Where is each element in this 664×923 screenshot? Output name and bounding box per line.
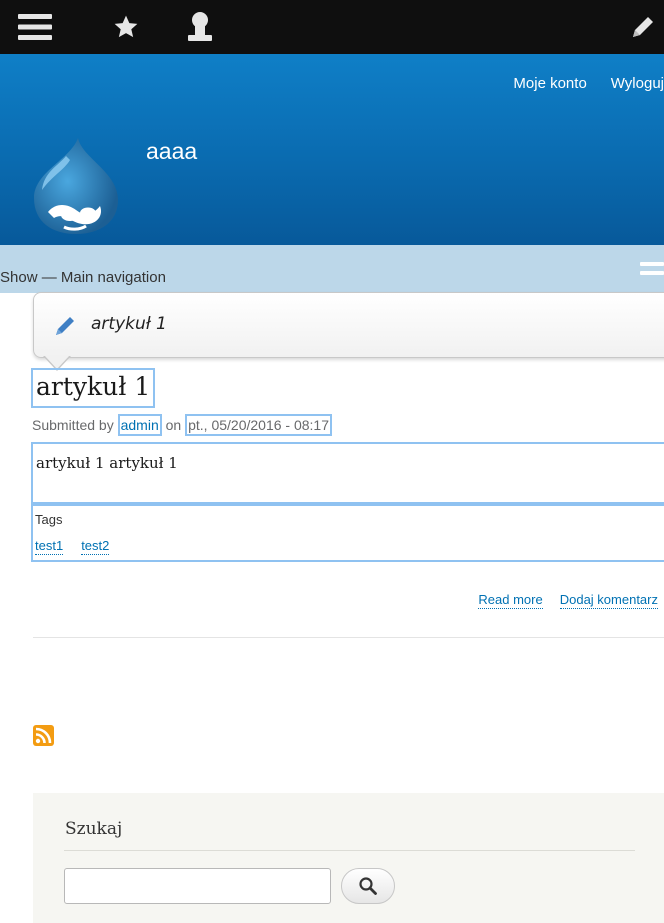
drupal-logo[interactable]: [30, 136, 122, 236]
on-word: on: [165, 417, 182, 433]
article-links: Read more Dodaj komentarz: [461, 592, 658, 609]
add-comment-link[interactable]: Dodaj komentarz: [559, 592, 658, 609]
logout-link[interactable]: Wyloguj: [611, 75, 664, 92]
author-link[interactable]: admin: [121, 417, 159, 433]
read-more-link[interactable]: Read more: [478, 592, 543, 609]
pencil-icon[interactable]: [622, 0, 664, 54]
search-block: Szukaj: [33, 793, 664, 923]
popup-pointer-fill: [44, 355, 70, 369]
tag-link[interactable]: test1: [35, 538, 64, 555]
admin-toolbar: [0, 0, 664, 54]
tags-label: Tags: [35, 512, 63, 527]
secondary-menu: Moje konto Wyloguj: [513, 75, 664, 92]
article-body: artykuł 1 artykuł 1: [31, 442, 664, 504]
submitted-line: Submitted by admin on pt., 05/20/2016 - …: [32, 414, 332, 436]
search-button[interactable]: [341, 868, 395, 904]
search-divider: [64, 850, 635, 851]
main-navigation: Show — Main navigation: [0, 245, 664, 293]
submitted-prefix: Submitted by: [32, 417, 114, 433]
star-icon[interactable]: [106, 0, 146, 54]
nav-toggle-label[interactable]: Show — Main navigation: [0, 269, 166, 286]
search-title: Szukaj: [65, 819, 123, 839]
my-account-link[interactable]: Moje konto: [513, 75, 586, 92]
hamburger-icon[interactable]: [640, 262, 664, 284]
search-icon: [359, 877, 377, 895]
tag-link[interactable]: test2: [81, 538, 110, 555]
search-input[interactable]: [64, 868, 331, 904]
divider: [33, 637, 664, 638]
post-date: pt., 05/20/2016 - 08:17: [188, 417, 329, 433]
user-icon[interactable]: [178, 0, 222, 54]
article-title[interactable]: artykuł 1: [31, 368, 156, 408]
popup-title[interactable]: artykuł 1: [91, 314, 167, 334]
tags-field: Tags test1 test2: [31, 504, 664, 562]
site-name[interactable]: aaaa: [146, 138, 197, 165]
contextual-edit-popup[interactable]: artykuł 1: [33, 292, 664, 358]
rss-feed-icon[interactable]: [33, 725, 54, 746]
site-header: Moje konto Wyloguj aaaa: [0, 54, 664, 245]
tags-list: test1 test2: [35, 538, 127, 555]
pencil-icon: [56, 317, 74, 335]
menu-icon[interactable]: [18, 0, 52, 54]
